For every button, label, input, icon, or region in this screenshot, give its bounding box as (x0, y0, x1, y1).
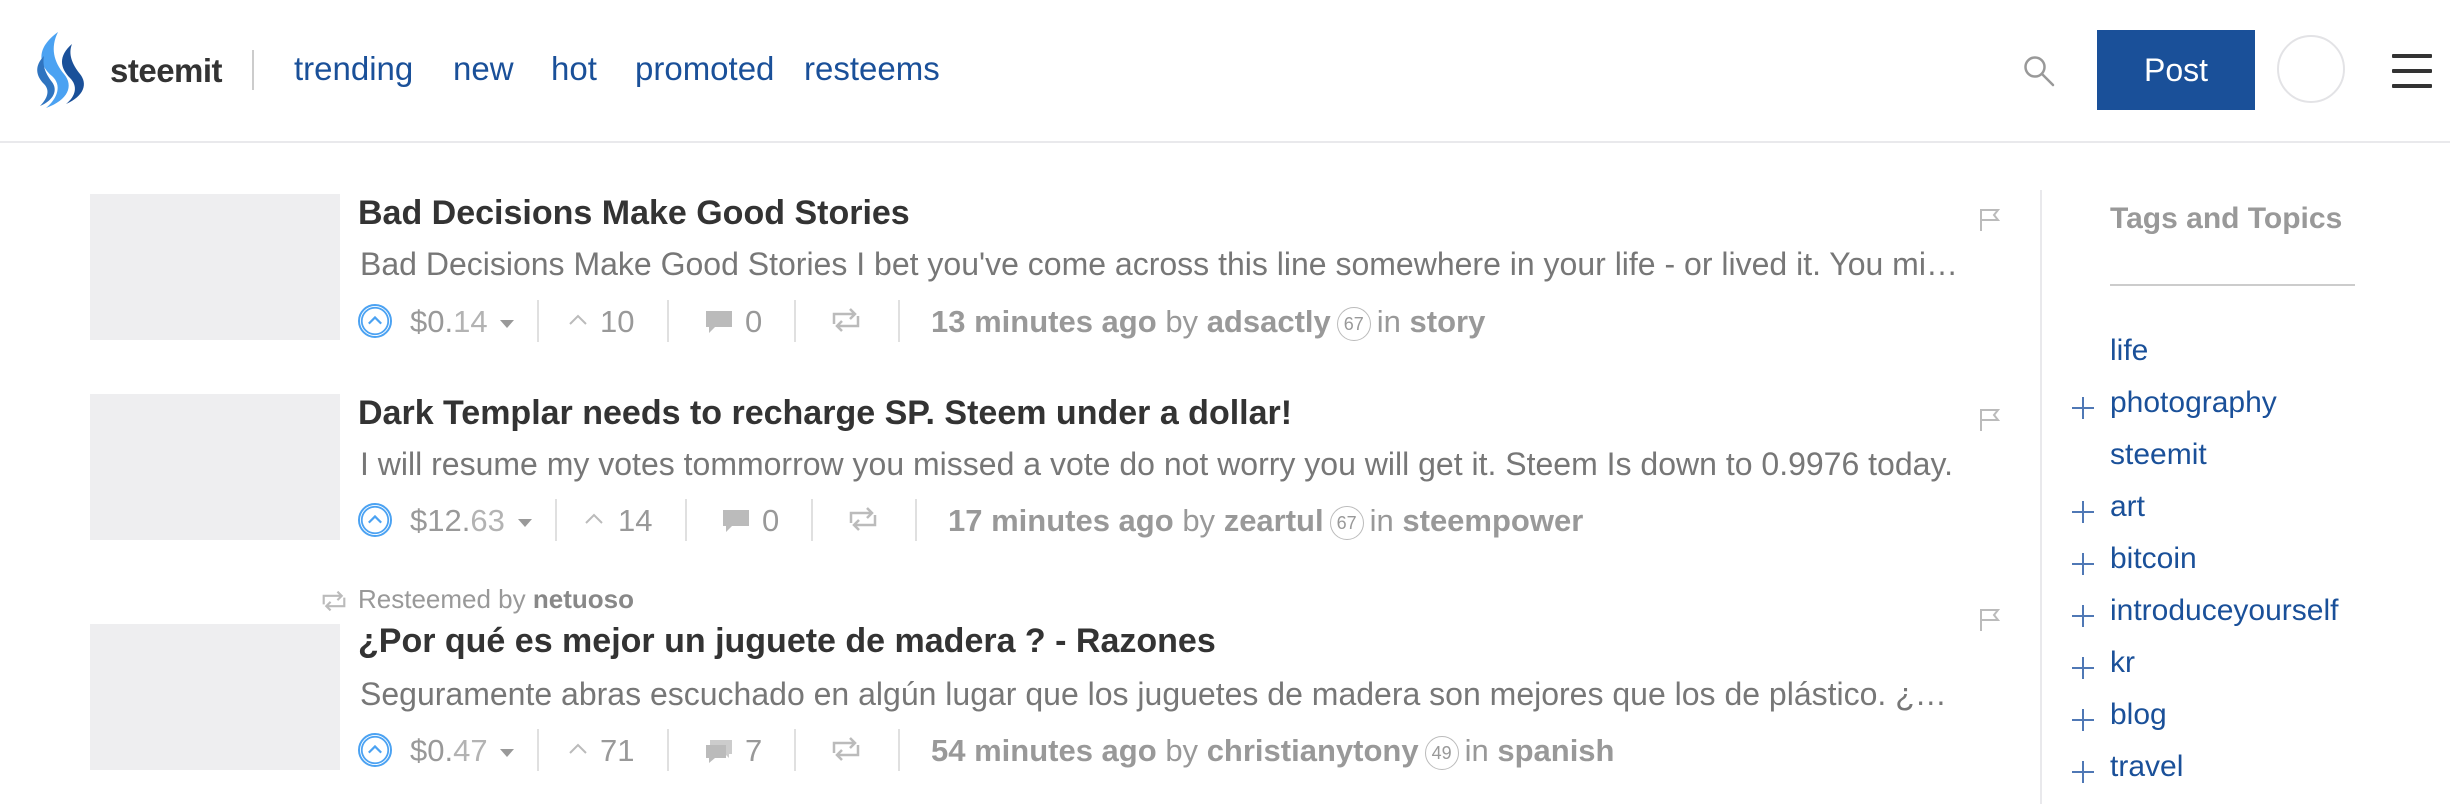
tag-blog[interactable]: blog (2110, 698, 2167, 732)
flag-icon[interactable] (1978, 207, 2002, 233)
search-icon[interactable] (2022, 54, 2056, 88)
votes-count[interactable]: 71 (600, 733, 634, 769)
comments-icon[interactable] (703, 737, 735, 765)
category-link[interactable]: steempower (1402, 503, 1583, 538)
votes-count[interactable]: 14 (618, 503, 652, 539)
post-title[interactable]: ¿Por qué es mejor un juguete de madera ?… (358, 622, 1216, 661)
payout-value[interactable]: $0.14 (410, 304, 488, 340)
votes-icon (569, 743, 587, 754)
flag-icon[interactable] (1978, 607, 2002, 633)
upvote-icon[interactable] (358, 733, 392, 767)
resteem-icon[interactable] (847, 505, 879, 533)
avatar[interactable] (2277, 35, 2345, 103)
payout-value[interactable]: $0.47 (410, 733, 488, 769)
reputation-badge: 67 (1329, 505, 1364, 540)
tag-life[interactable]: life (2110, 334, 2148, 368)
post-title[interactable]: Bad Decisions Make Good Stories (358, 194, 910, 233)
post-info: 54 minutes ago by christianytony 49 in spa… (931, 733, 1615, 770)
tag-travel[interactable]: travel (2110, 750, 2183, 784)
flag-icon[interactable] (1978, 407, 2002, 433)
post-meta: $0.47 71 7 54 minutes ago by christianyt… (358, 729, 1958, 777)
comments-count[interactable]: 0 (745, 304, 762, 340)
menu-icon[interactable] (2392, 54, 2432, 90)
add-tag-icon[interactable] (2072, 397, 2094, 419)
comment-icon[interactable] (703, 308, 735, 336)
votes-icon (569, 314, 587, 325)
steemit-logo-icon[interactable] (28, 30, 90, 116)
sidebar-title: Tags and Topics (2110, 202, 2343, 235)
author-link[interactable]: adsactly (1207, 304, 1331, 339)
post-meta: $12.63 14 0 17 minutes ago by zeartul 67 i… (358, 499, 1958, 547)
votes-icon (585, 513, 603, 524)
payout-caret-icon[interactable] (518, 519, 532, 527)
tag-photography[interactable]: photography (2110, 386, 2277, 420)
tag-bitcoin[interactable]: bitcoin (2110, 542, 2197, 576)
tag-introduceyourself[interactable]: introduceyourself (2110, 594, 2338, 628)
brand-name[interactable]: steemit (110, 52, 223, 90)
tag-art[interactable]: art (2110, 490, 2145, 524)
add-tag-icon[interactable] (2072, 709, 2094, 731)
upvote-icon[interactable] (358, 304, 392, 338)
nav-new[interactable]: new (453, 50, 514, 88)
votes-count[interactable]: 10 (600, 304, 634, 340)
tag-kr[interactable]: kr (2110, 646, 2135, 680)
category-link[interactable]: story (1410, 304, 1486, 339)
reputation-badge: 49 (1424, 735, 1459, 770)
post-thumbnail[interactable] (90, 194, 340, 340)
author-link[interactable]: zeartul (1224, 503, 1324, 538)
post-summary[interactable]: Bad Decisions Make Good Stories I bet yo… (360, 246, 1960, 283)
sidebar-divider (2040, 190, 2042, 804)
nav-resteems[interactable]: resteems (804, 50, 940, 88)
author-link[interactable]: christianytony (1207, 733, 1419, 768)
post-summary[interactable]: Seguramente abras escuchado en algún lug… (360, 676, 1960, 713)
post-button[interactable]: Post (2097, 30, 2255, 110)
payout-caret-icon[interactable] (500, 320, 514, 328)
reputation-badge: 67 (1336, 306, 1371, 341)
nav-trending[interactable]: trending (294, 50, 413, 88)
resteem-icon (322, 590, 346, 612)
sidebar-rule (2110, 284, 2355, 286)
comment-icon[interactable] (720, 507, 752, 535)
add-tag-icon[interactable] (2072, 605, 2094, 627)
payout-value[interactable]: $12.63 (410, 503, 505, 539)
resteem-icon[interactable] (830, 306, 862, 334)
post-summary[interactable]: I will resume my votes tommorrow you mis… (360, 446, 1960, 483)
add-tag-icon[interactable] (2072, 761, 2094, 783)
resteem-icon[interactable] (830, 735, 862, 763)
post-info: 13 minutes ago by adsactly 67 in story (931, 304, 1486, 341)
post-meta: $0.14 10 0 13 minutes ago by adsactly 67 i… (358, 300, 1958, 348)
nav-promoted[interactable]: promoted (635, 50, 774, 88)
add-tag-icon[interactable] (2072, 553, 2094, 575)
header-divider (252, 50, 254, 90)
add-tag-icon[interactable] (2072, 501, 2094, 523)
category-link[interactable]: spanish (1497, 733, 1614, 768)
payout-caret-icon[interactable] (500, 749, 514, 757)
resteemer-link[interactable]: netuoso (533, 584, 634, 614)
post-thumbnail[interactable] (90, 624, 340, 770)
comments-count[interactable]: 7 (745, 733, 762, 769)
nav-hot[interactable]: hot (551, 50, 597, 88)
top-header: steemit trending new hot promoted restee… (0, 0, 2450, 143)
tag-steemit[interactable]: steemit (2110, 438, 2207, 472)
add-tag-icon[interactable] (2072, 657, 2094, 679)
upvote-icon[interactable] (358, 503, 392, 537)
post-info: 17 minutes ago by zeartul 67 in steempower (948, 503, 1584, 540)
post-thumbnail[interactable] (90, 394, 340, 540)
comments-count[interactable]: 0 (762, 503, 779, 539)
resteemed-by-note: Resteemed by netuoso (320, 584, 634, 615)
post-title[interactable]: Dark Templar needs to recharge SP. Steem… (358, 394, 1292, 433)
